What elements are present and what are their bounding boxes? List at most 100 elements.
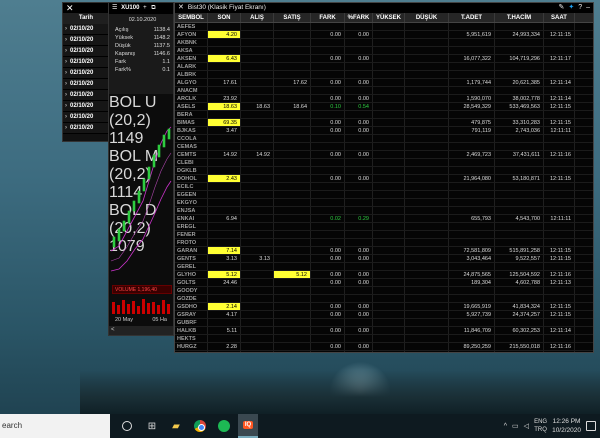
date-list-item[interactable]: › 02/10/20 [63, 112, 109, 123]
table-row[interactable]: GLYHO 5.12 5.12 0.00 0.00 24,875,565 125,504,5… [175, 271, 593, 279]
table-row[interactable]: HEKTS [175, 335, 593, 343]
date-column-header[interactable]: Tarih [63, 13, 109, 24]
expand-icon[interactable]: › [65, 114, 67, 120]
edit-icon[interactable]: ✎ [558, 3, 564, 13]
column-header-volume-count[interactable]: T.ADET [449, 13, 495, 22]
table-row[interactable]: DGKLB [175, 167, 593, 175]
table-row[interactable]: ALBRK [175, 71, 593, 79]
help-icon[interactable]: ? [578, 3, 582, 13]
table-row[interactable]: AKBNK [175, 39, 593, 47]
table-row[interactable]: AFYON 4.20 0.00 0.00 5,951,619 24,993,334 12:1… [175, 31, 593, 39]
table-row[interactable]: BERA [175, 111, 593, 119]
table-row[interactable]: GOODY [175, 287, 593, 295]
table-row[interactable]: GSDHO 2.14 0.00 0.00 19,665,919 41,834,324 12:… [175, 303, 593, 311]
expand-icon[interactable]: › [65, 59, 67, 65]
date-list-item[interactable]: › 02/10/20 [63, 68, 109, 79]
date-list-item[interactable]: › 02/10/20 [63, 57, 109, 68]
table-row[interactable]: HALKB 5.11 0.00 0.00 11,846,709 60,302,253 12:… [175, 327, 593, 335]
table-row[interactable]: ARCLK 23.92 0.00 0.00 1,590,070 38,002,778 12:… [175, 95, 593, 103]
notification-icon[interactable] [586, 421, 596, 431]
table-row[interactable]: GENTS 3.13 3.13 0.00 0.00 3,043,464 9,522,557 1… [175, 255, 593, 263]
column-header-time[interactable]: SAAT [544, 13, 575, 22]
table-row[interactable]: AKSA [175, 47, 593, 55]
table-row[interactable]: ALARK [175, 63, 593, 71]
chevron-up-icon[interactable]: ^ [504, 423, 507, 430]
expand-icon[interactable]: › [65, 81, 67, 87]
minimize-icon[interactable]: – [586, 3, 590, 13]
table-row[interactable]: DOHOL 2.43 0.00 0.00 21,964,080 53,180,871 12:… [175, 175, 593, 183]
date-list-item[interactable]: › 02/10/20 [63, 35, 109, 46]
table-row[interactable]: GSRAY 4.17 0.00 0.00 5,927,739 24,374,257 12:1… [175, 311, 593, 319]
network-icon[interactable]: ▭ [512, 422, 519, 430]
file-explorer-icon[interactable]: ▰ [166, 414, 186, 438]
table-row[interactable]: FENER [175, 231, 593, 239]
date-list-item[interactable]: › 02/10/20 [63, 101, 109, 112]
table-row[interactable]: EREGL [175, 223, 593, 231]
table-row[interactable]: ALGYO 17.61 17.62 0.00 0.00 1,179,744 20,621,3… [175, 79, 593, 87]
language-indicator[interactable]: ENG TRQ [534, 418, 547, 434]
expand-icon[interactable]: › [65, 125, 67, 131]
table-row[interactable]: ASELS 18.63 18.63 18.64 0.10 0.54 28,549,329 53… [175, 103, 593, 111]
close-icon[interactable]: ✕ [178, 3, 184, 13]
table-row[interactable]: GUBRF [175, 319, 593, 327]
search-box[interactable]: earch [0, 414, 110, 438]
add-icon[interactable]: + [143, 5, 147, 11]
expand-icon[interactable]: › [65, 26, 67, 32]
column-header-low[interactable]: DÜŞÜK [405, 13, 449, 22]
table-row[interactable]: CEMAS [175, 143, 593, 151]
table-row[interactable]: HURGZ 2.28 0.00 0.00 89,250,259 215,550,018 12… [175, 343, 593, 351]
table-row[interactable]: GEREL [175, 263, 593, 271]
table-row[interactable]: EGEEN [175, 191, 593, 199]
date-list-item[interactable]: › 02/10/20 [63, 79, 109, 90]
column-header-bid[interactable]: ALIŞ [241, 13, 274, 22]
expand-icon[interactable]: › [65, 103, 67, 109]
table-row[interactable]: FROTO [175, 239, 593, 247]
chrome-icon[interactable] [190, 414, 210, 438]
volume-icon[interactable]: ◁ [524, 422, 529, 430]
table-row[interactable]: ICBCT [175, 351, 593, 352]
chart-scrollbar[interactable]: < [109, 326, 173, 335]
date-list-item[interactable]: › 02/10/20 [63, 90, 109, 101]
column-header-high[interactable]: YÜKSEK [373, 13, 405, 22]
expand-icon[interactable]: › [65, 37, 67, 43]
spotify-icon[interactable] [214, 414, 234, 438]
expand-icon[interactable]: › [65, 70, 67, 76]
table-row[interactable]: ECILC [175, 183, 593, 191]
column-header-symbol[interactable]: SEMBOL [175, 13, 208, 22]
task-view-icon[interactable]: ⊞ [142, 414, 162, 438]
table-row[interactable]: CEMTS 14.92 14.92 0.00 0.00 2,469,723 37,431,6… [175, 151, 593, 159]
popout-icon[interactable]: ⧉ [151, 5, 155, 11]
menu-icon[interactable]: ☰ [112, 5, 117, 11]
table-row[interactable]: BIMAS 69.35 0.00 0.00 479,875 33,310,283 12:11… [175, 119, 593, 127]
cortana-icon[interactable] [122, 421, 132, 431]
column-header-volume-value[interactable]: T.HACİM [495, 13, 544, 22]
column-header-change-pct[interactable]: %FARK [345, 13, 373, 22]
column-header-change[interactable]: FARK [311, 13, 345, 22]
twitter-icon[interactable]: ✦ [568, 3, 574, 13]
price-chart[interactable] [109, 121, 173, 281]
expand-icon[interactable]: › [65, 92, 67, 98]
date-list-item[interactable]: › 02/10/20 [63, 24, 109, 35]
clock[interactable]: 12:26 PM 10/2/2020 [552, 417, 581, 435]
table-row[interactable]: GOZDE [175, 295, 593, 303]
table-row[interactable]: GARAN 7.14 0.00 0.00 72,581,809 515,891,258 12… [175, 247, 593, 255]
table-row[interactable]: ANACM [175, 87, 593, 95]
table-row[interactable]: ENKAI 6.94 0.02 0.29 655,793 4,543,700 12:11:1… [175, 215, 593, 223]
table-row[interactable]: CLEBI [175, 159, 593, 167]
expand-icon[interactable]: › [65, 48, 67, 54]
table-row[interactable]: CCOLA [175, 135, 593, 143]
iq-app-icon[interactable]: IQ [238, 414, 258, 438]
table-row[interactable]: GOLTS 24.46 0.00 0.00 189,304 4,602,788 12:11:… [175, 279, 593, 287]
column-header-last[interactable]: SON [208, 13, 241, 22]
scroll-left-icon[interactable]: < [111, 327, 115, 333]
close-icon[interactable]: ✕ [63, 3, 109, 13]
table-row[interactable]: BJKAS 3.47 0.00 0.00 791,119 2,743,036 12:11:1… [175, 127, 593, 135]
column-header-ask[interactable]: SATIŞ [274, 13, 311, 22]
date-list-item[interactable]: › 02/10/20 [63, 123, 109, 134]
date-list-item[interactable]: › 02/10/20 [63, 46, 109, 57]
table-row[interactable]: ENJSA [175, 207, 593, 215]
table-row[interactable]: AEFES [175, 23, 593, 31]
table-row[interactable]: EKGYO [175, 199, 593, 207]
cell-low [405, 159, 449, 166]
table-row[interactable]: AKSEN 6.43 0.00 0.00 16,077,322 104,719,296 12… [175, 55, 593, 63]
